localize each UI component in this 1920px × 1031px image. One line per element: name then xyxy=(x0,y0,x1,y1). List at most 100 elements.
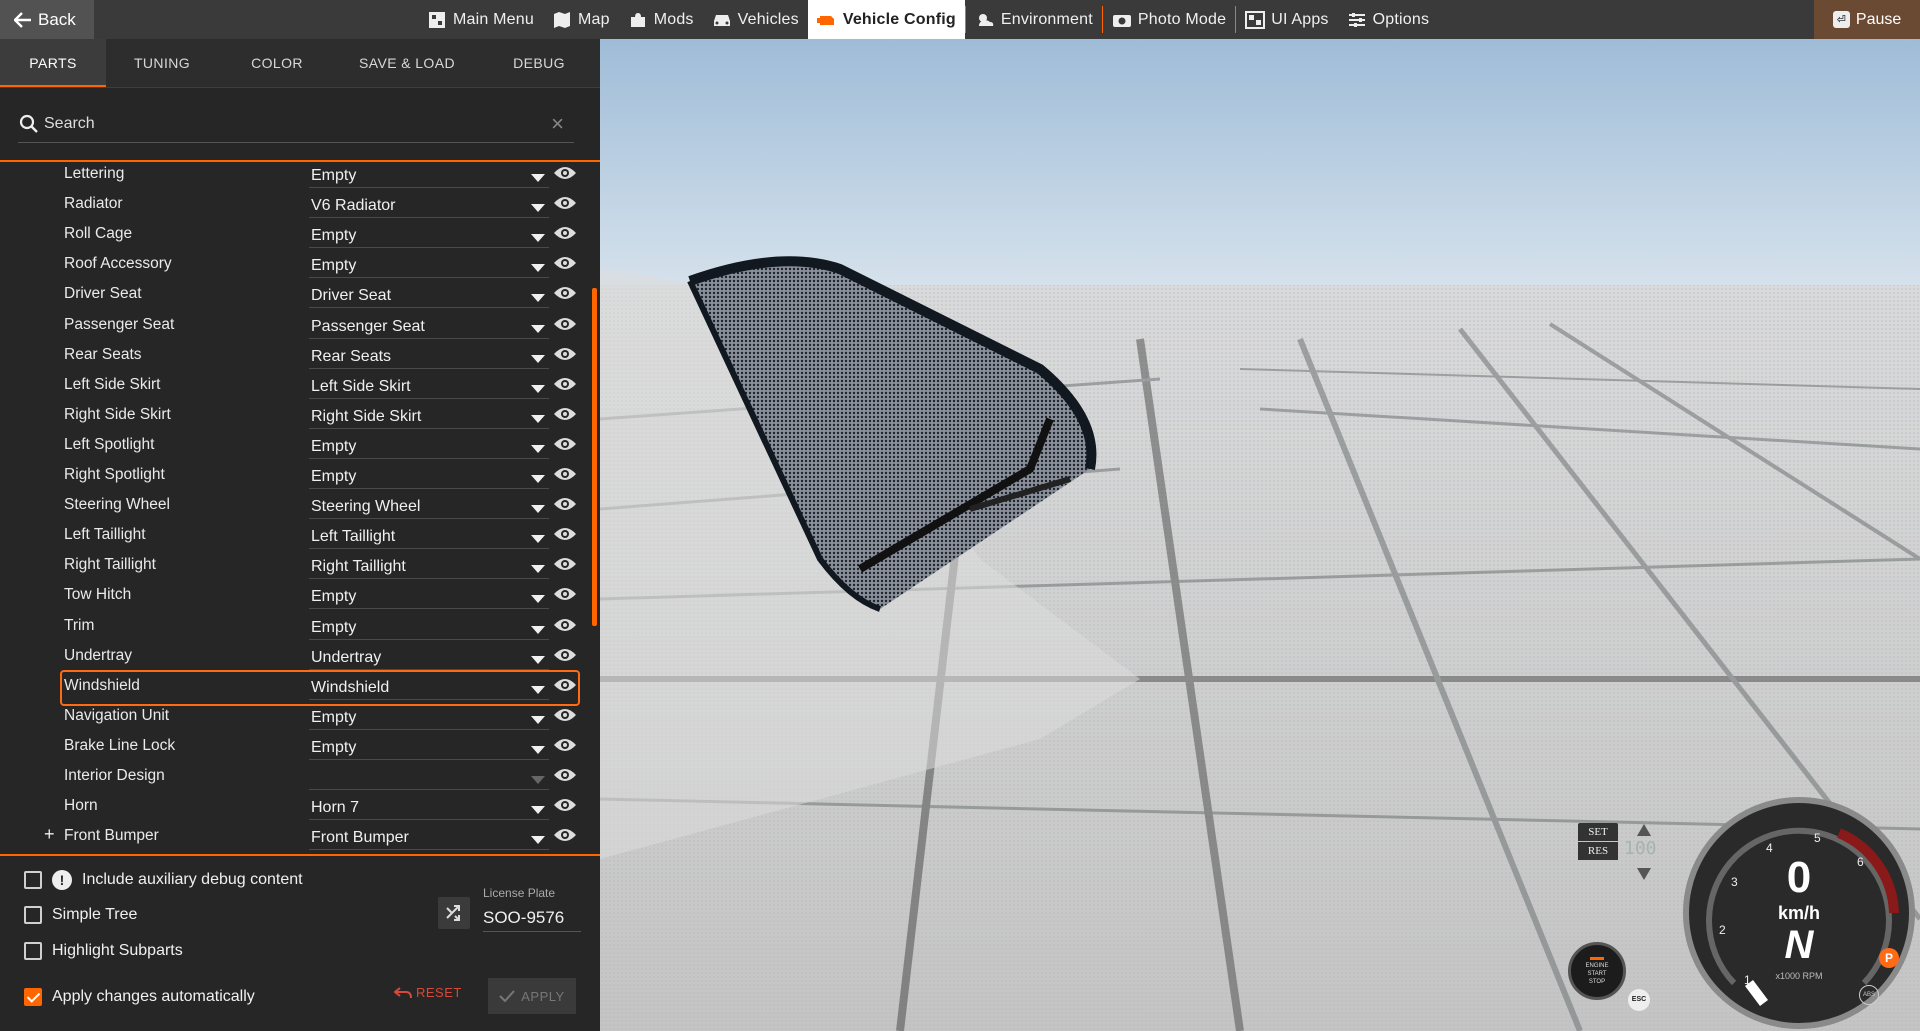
chevron-down-icon xyxy=(531,806,545,815)
eye-icon[interactable] xyxy=(553,405,577,423)
part-dropdown[interactable]: Horn 7 xyxy=(309,794,549,821)
parts-list[interactable]: Lettering Empty Radiator V6 Radiator Roll Ca… xyxy=(0,162,600,852)
eye-icon[interactable] xyxy=(553,495,577,513)
part-dropdown[interactable]: Empty xyxy=(309,222,549,249)
cruise-down-icon[interactable] xyxy=(1636,867,1652,881)
license-plate-input[interactable] xyxy=(483,904,581,932)
eye-icon[interactable] xyxy=(553,766,577,784)
highlight-subparts-option[interactable]: Highlight Subparts xyxy=(24,942,183,960)
simple-tree-option[interactable]: Simple Tree xyxy=(24,906,137,924)
engine-label-1: ENGINE xyxy=(1585,962,1609,969)
nav-vehicles[interactable]: Vehicles xyxy=(703,0,808,39)
part-dropdown[interactable]: Undertray xyxy=(309,644,549,670)
part-dropdown[interactable]: Empty xyxy=(309,433,549,459)
part-dropdown[interactable]: Empty xyxy=(309,162,549,188)
eye-icon[interactable] xyxy=(553,345,577,363)
3d-viewport[interactable]: SET RES 100 ENGINE START STOP ESC 2 3 4 … xyxy=(600,39,1920,1031)
nav-vehicle-config[interactable]: Vehicle Config xyxy=(807,0,965,39)
search-input[interactable] xyxy=(44,114,552,133)
part-dropdown[interactable]: Empty xyxy=(309,704,549,730)
nav-ui-apps[interactable]: UI Apps xyxy=(1236,0,1337,39)
part-dropdown[interactable]: Right Taillight xyxy=(309,553,549,580)
cruise-res-button[interactable]: RES xyxy=(1578,842,1618,860)
back-label: Back xyxy=(38,9,76,29)
cruise-set-button[interactable]: SET xyxy=(1578,823,1618,841)
aux-debug-checkbox[interactable] xyxy=(24,871,42,889)
eye-icon[interactable] xyxy=(553,224,577,242)
highlight-subparts-checkbox[interactable] xyxy=(24,942,42,960)
eye-icon[interactable] xyxy=(553,375,577,393)
nav-map[interactable]: Map xyxy=(543,0,619,39)
part-dropdown[interactable]: Empty xyxy=(309,583,549,610)
nav-mods[interactable]: Mods xyxy=(619,0,703,39)
tab-debug[interactable]: DEBUG xyxy=(478,39,600,87)
eye-icon[interactable] xyxy=(553,646,577,664)
nav-options[interactable]: Options xyxy=(1338,0,1439,39)
eye-icon[interactable] xyxy=(553,736,577,754)
part-dropdown[interactable]: Passenger Seat xyxy=(309,313,549,339)
nav-label: Photo Mode xyxy=(1137,10,1227,28)
eye-icon[interactable] xyxy=(553,585,577,603)
eye-icon[interactable] xyxy=(553,465,577,483)
tab-parts[interactable]: PARTS xyxy=(0,39,106,87)
expand-icon[interactable]: + xyxy=(44,824,55,845)
part-row: Trim Empty xyxy=(0,612,590,642)
pause-button[interactable]: ⏎ Pause xyxy=(1814,0,1920,39)
eye-icon[interactable] xyxy=(553,796,577,814)
eye-icon[interactable] xyxy=(553,706,577,724)
tab-save-load[interactable]: SAVE & LOAD xyxy=(336,39,478,87)
nav-environment[interactable]: Environment xyxy=(966,0,1102,39)
part-value: Empty xyxy=(311,618,357,636)
esc-indicator: ESC xyxy=(1628,989,1650,1011)
eye-icon[interactable] xyxy=(553,164,577,182)
part-row: Lettering Empty xyxy=(0,162,590,190)
tab-color[interactable]: COLOR xyxy=(218,39,336,87)
part-dropdown[interactable]: Empty xyxy=(309,614,549,640)
part-dropdown[interactable]: Rear Seats xyxy=(309,343,549,369)
eye-icon[interactable] xyxy=(553,194,577,212)
part-dropdown[interactable]: Driver Seat xyxy=(309,282,549,309)
apply-button[interactable]: APPLY xyxy=(488,978,576,1014)
part-dropdown[interactable]: Left Taillight xyxy=(309,523,549,550)
parts-list-scrollbar[interactable] xyxy=(592,288,597,626)
part-dropdown[interactable]: Windshield xyxy=(309,674,549,700)
nav-photo-mode[interactable]: Photo Mode xyxy=(1103,0,1235,39)
part-value: Driver Seat xyxy=(311,287,392,305)
speed-unit: km/h xyxy=(1777,903,1820,923)
eye-icon[interactable] xyxy=(553,254,577,272)
part-dropdown[interactable]: V6 Radiator xyxy=(309,192,549,219)
part-dropdown[interactable]: Empty xyxy=(309,734,549,760)
clear-search-icon[interactable]: × xyxy=(551,111,574,137)
apply-auto-checkbox[interactable] xyxy=(24,988,42,1006)
eye-icon[interactable] xyxy=(553,555,577,573)
reset-button[interactable]: RESET xyxy=(394,985,462,1000)
eye-icon[interactable] xyxy=(553,826,577,844)
nav-main-menu[interactable]: Main Menu xyxy=(418,0,543,39)
eye-icon[interactable] xyxy=(553,616,577,634)
part-value: Empty xyxy=(311,167,357,184)
eye-icon[interactable] xyxy=(553,676,577,694)
speedometer: 2 3 4 5 6 1 0 km/h N x1000 RPM P ABS xyxy=(1683,797,1915,1029)
part-dropdown[interactable]: Steering Wheel xyxy=(309,493,549,520)
eye-icon[interactable] xyxy=(553,315,577,333)
part-dropdown[interactable]: Front Bumper xyxy=(309,824,549,851)
part-dropdown[interactable]: Empty xyxy=(309,463,549,489)
part-dropdown[interactable]: Right Side Skirt xyxy=(309,403,549,429)
randomize-plate-button[interactable] xyxy=(438,897,470,929)
part-dropdown[interactable] xyxy=(309,764,549,790)
simple-tree-checkbox[interactable] xyxy=(24,906,42,924)
apply-auto-label: Apply changes automatically xyxy=(52,988,255,1005)
tab-tuning[interactable]: TUNING xyxy=(106,39,218,87)
engine-start-button[interactable]: ENGINE START STOP xyxy=(1568,942,1626,1000)
eye-icon[interactable] xyxy=(553,525,577,543)
eye-icon[interactable] xyxy=(553,435,577,453)
chevron-down-icon xyxy=(531,595,545,604)
back-button[interactable]: Back xyxy=(0,0,94,39)
aux-debug-option[interactable]: ! Include auxiliary debug content xyxy=(24,870,303,890)
eye-icon[interactable] xyxy=(553,284,577,302)
cruise-up-icon[interactable] xyxy=(1636,823,1652,837)
ui-apps-icon xyxy=(1245,10,1266,30)
part-dropdown[interactable]: Left Side Skirt xyxy=(309,373,549,399)
apply-auto-option[interactable]: Apply changes automatically xyxy=(24,988,255,1006)
part-dropdown[interactable]: Empty xyxy=(309,252,549,279)
